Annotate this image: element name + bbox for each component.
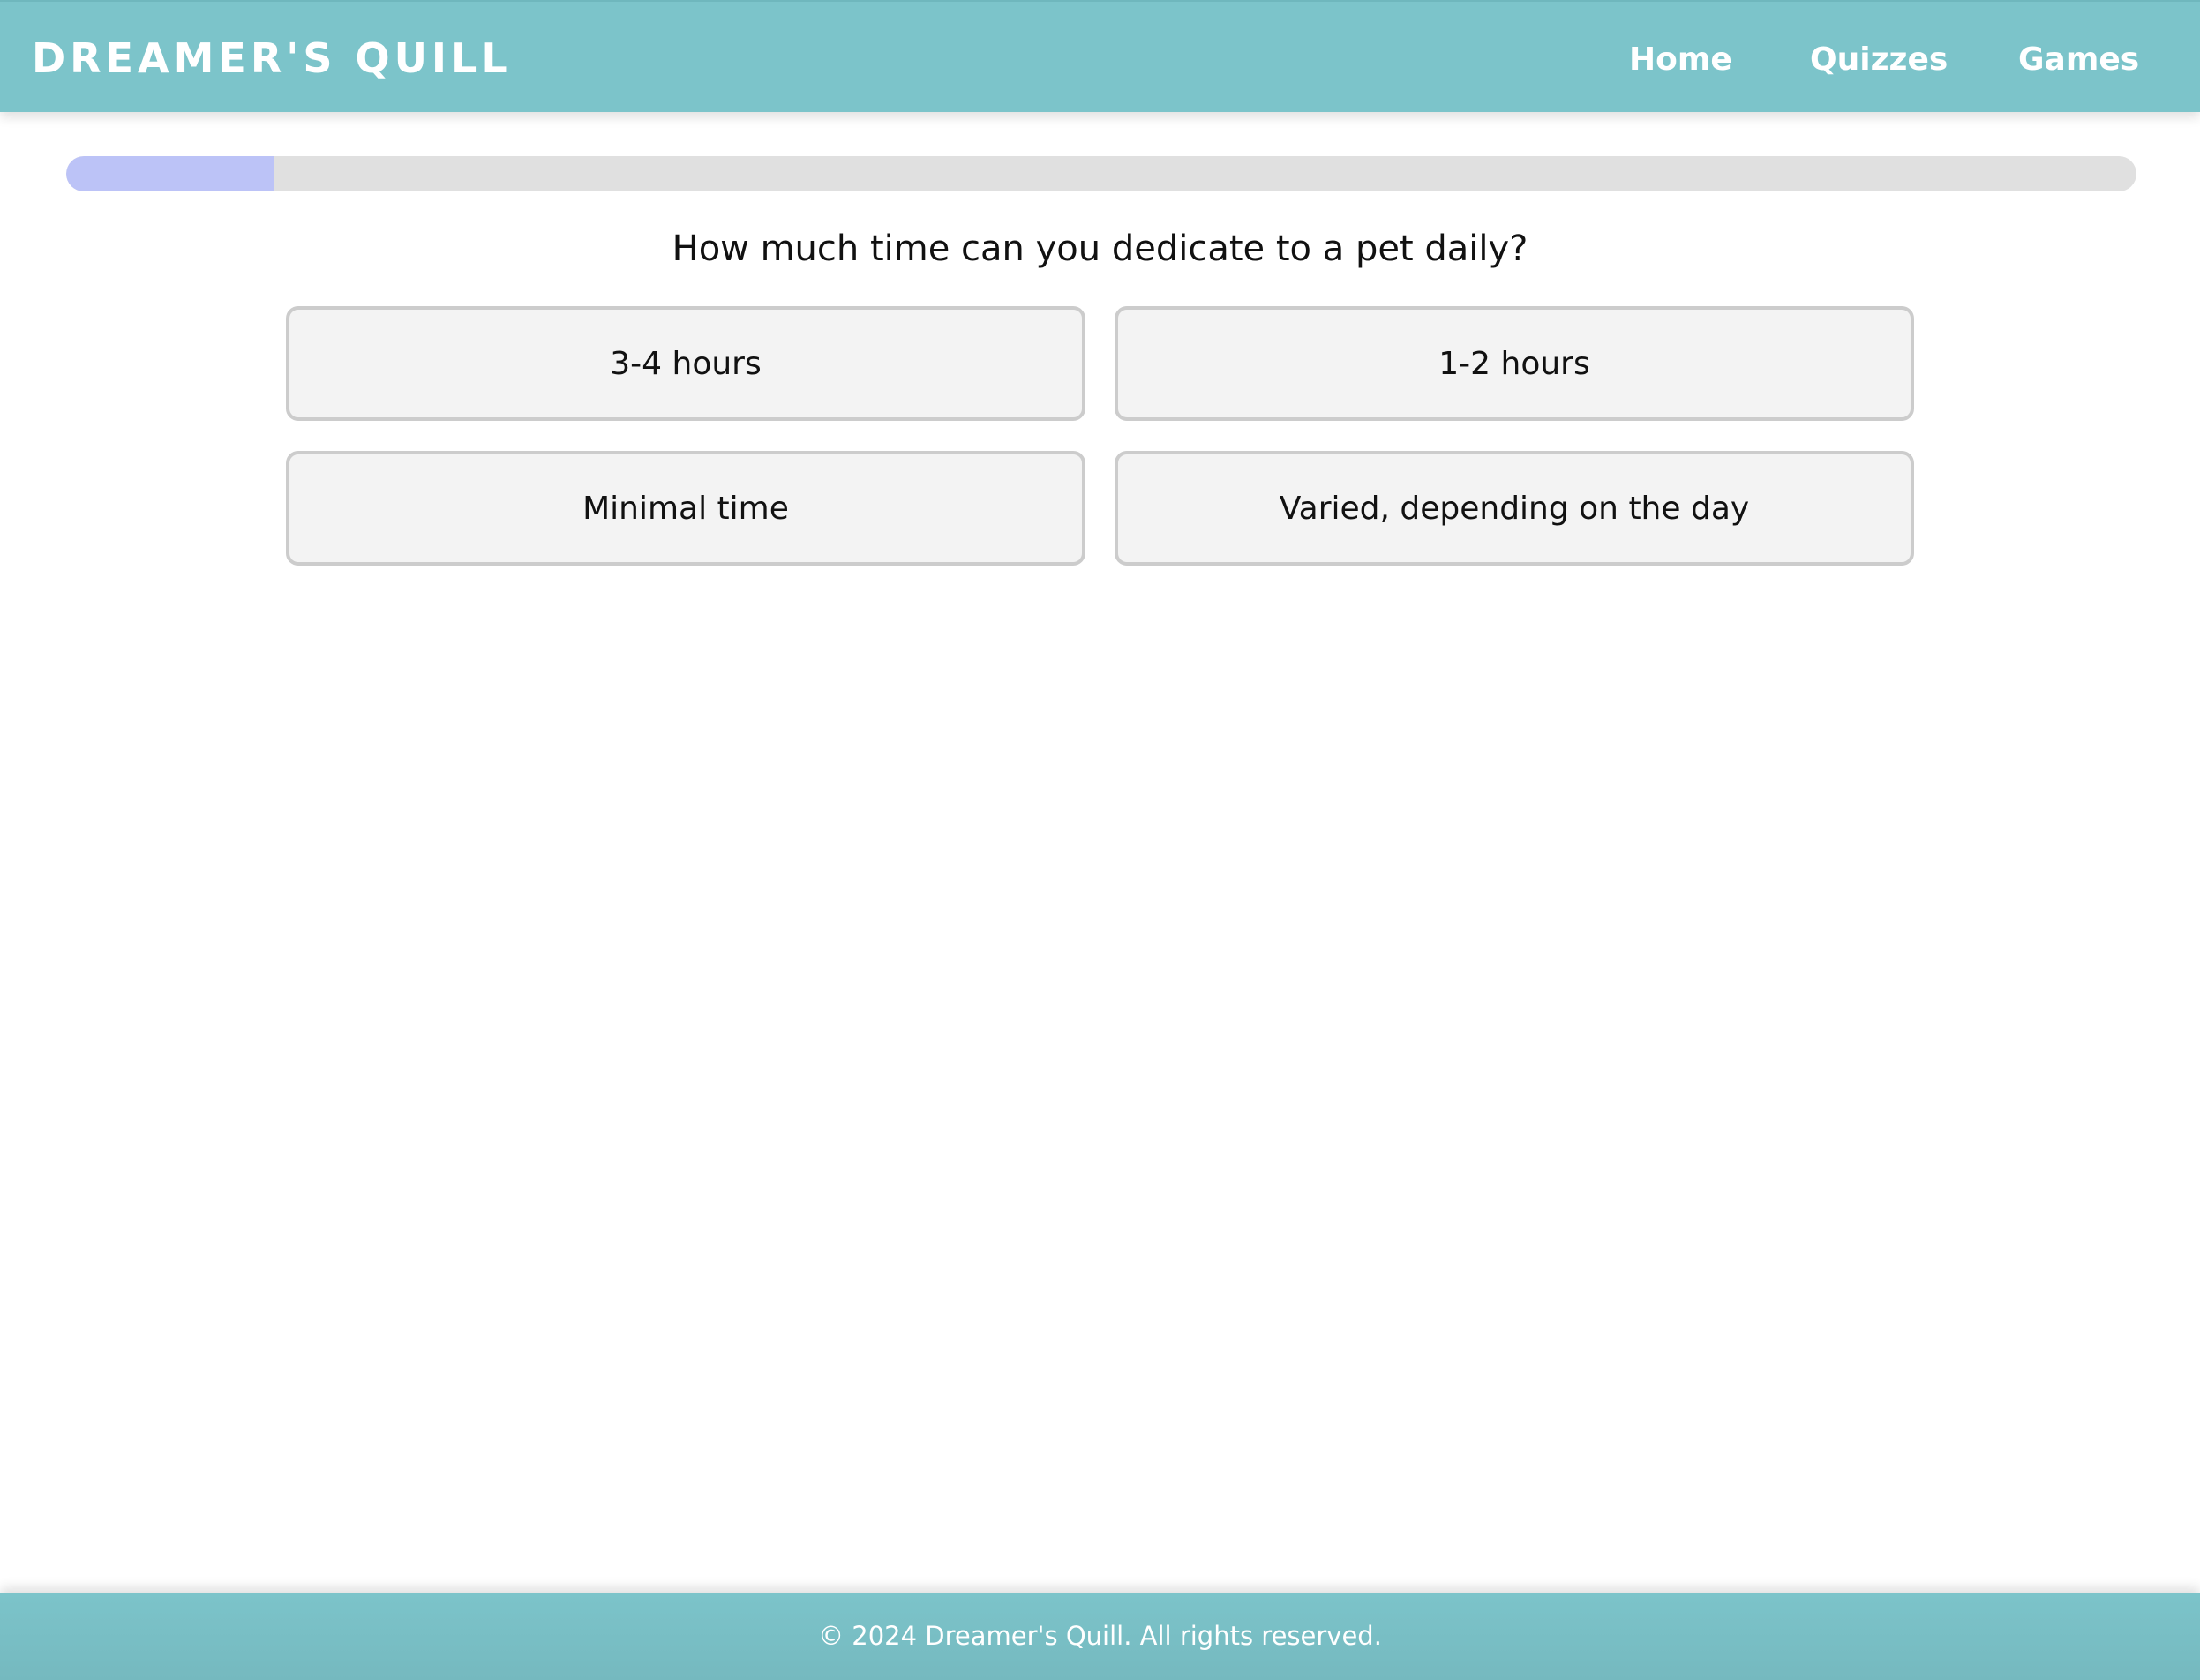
nav-home-link[interactable]: Home (1629, 35, 1732, 85)
answer-option-minimal-time[interactable]: Minimal time (286, 451, 1085, 566)
answer-option-varied[interactable]: Varied, depending on the day (1115, 451, 1914, 566)
quiz-page: DREAMER'S QUILL Home Quizzes Games How m… (0, 0, 2200, 1680)
site-footer: © 2024 Dreamer's Quill. All rights reser… (0, 1593, 2200, 1680)
nav-quizzes-link[interactable]: Quizzes (1810, 35, 1948, 85)
quiz-progress-fill (66, 156, 274, 191)
quiz-progress-bar (66, 156, 2136, 191)
answer-option-3-4-hours[interactable]: 3-4 hours (286, 306, 1085, 421)
quiz-question: How much time can you dedicate to a pet … (672, 229, 1528, 269)
copyright-text: © 2024 Dreamer's Quill. All rights reser… (818, 1621, 1382, 1651)
nav-games-link[interactable]: Games (2018, 35, 2139, 85)
site-header: DREAMER'S QUILL Home Quizzes Games (0, 0, 2200, 112)
answer-option-1-2-hours[interactable]: 1-2 hours (1115, 306, 1914, 421)
site-logo[interactable]: DREAMER'S QUILL (32, 32, 512, 85)
